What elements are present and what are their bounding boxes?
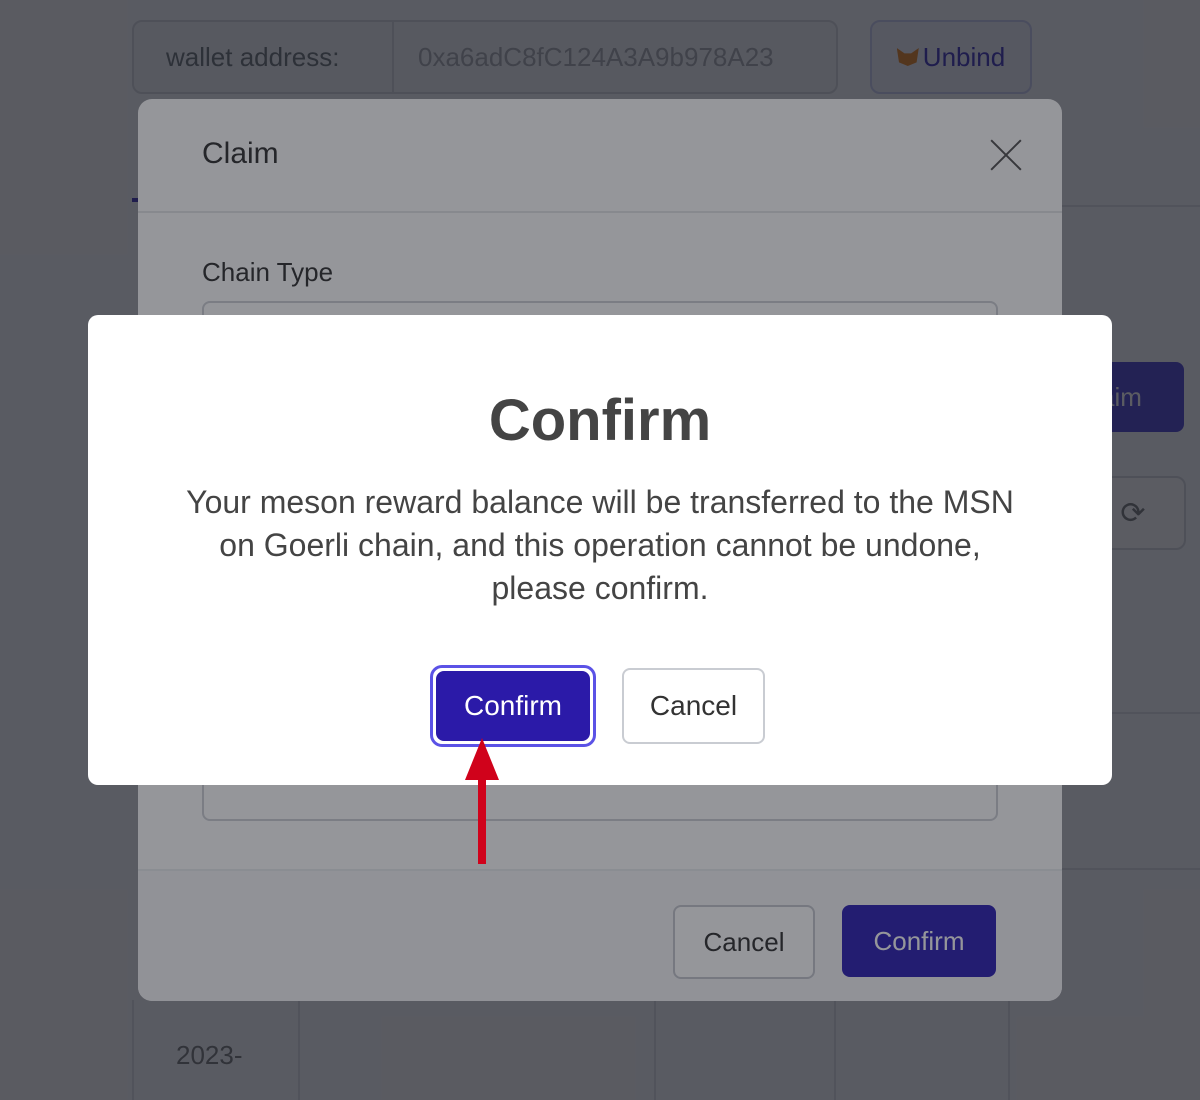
confirm-dialog-title: Confirm <box>488 388 712 453</box>
confirm-dialog: Confirm Your meson reward balance will b… <box>88 315 1112 785</box>
dialog-cancel-button[interactable]: Cancel <box>622 668 765 744</box>
dialog-confirm-button[interactable]: Confirm <box>430 665 596 747</box>
dialog-confirm-label: Confirm <box>436 671 590 741</box>
confirm-dialog-message: Your meson reward balance will be transf… <box>186 484 1014 606</box>
